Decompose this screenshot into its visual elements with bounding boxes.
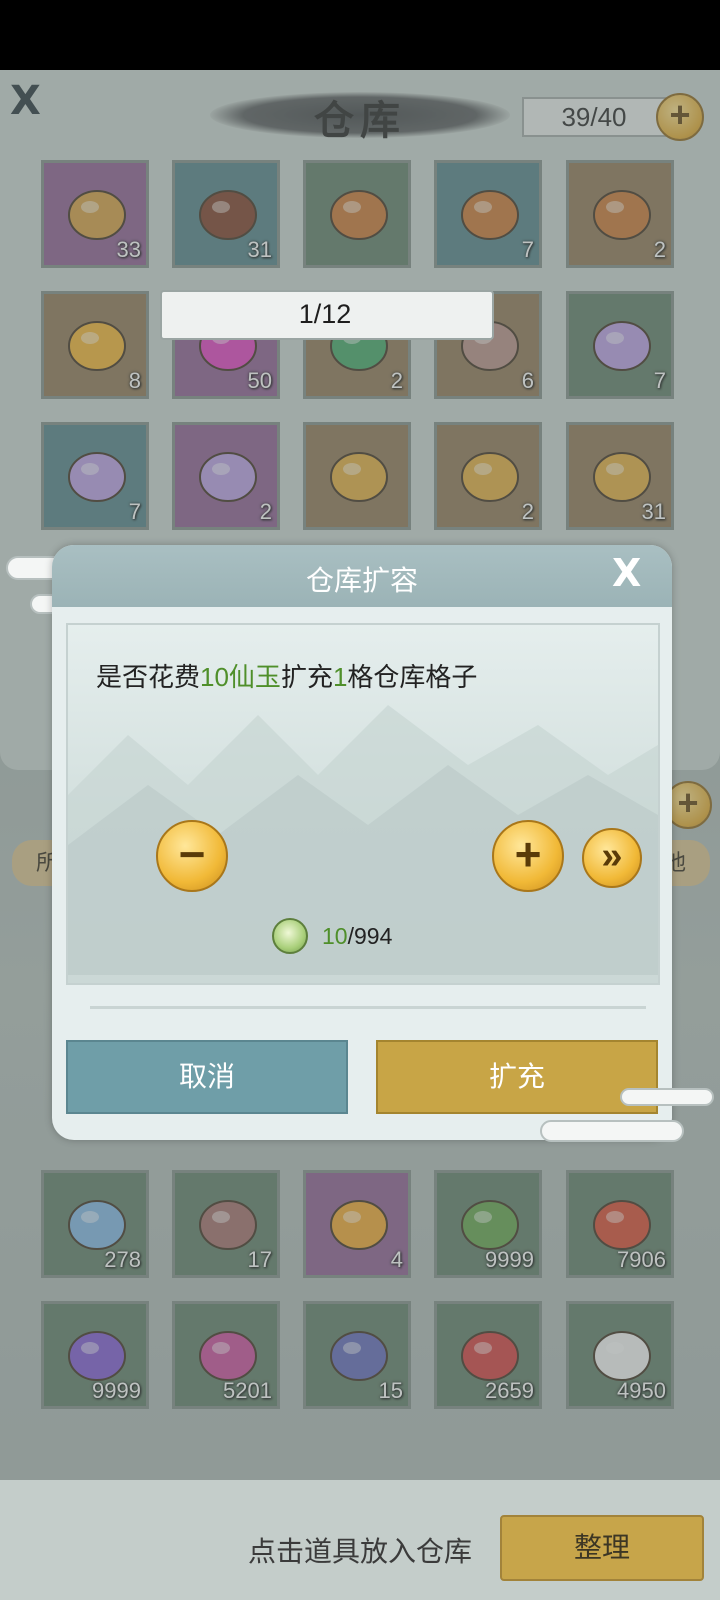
max-button[interactable]: » [582, 828, 642, 888]
dialog-title: 仓库扩容 [305, 565, 418, 596]
cancel-button[interactable]: 取消 [66, 1040, 348, 1114]
cost-display: 10/994 [322, 923, 393, 949]
jade-currency-icon [272, 918, 308, 954]
dialog-close-icon[interactable]: X [612, 551, 641, 595]
footer-hint: 点击道具放入仓库 [248, 1536, 473, 1567]
divider [90, 1006, 646, 1009]
status-bar [0, 0, 720, 70]
stepper-value: 1/12 [298, 299, 352, 329]
decrease-button[interactable]: − [156, 820, 228, 892]
increase-button[interactable]: + [492, 820, 564, 892]
cloud-decoration [540, 1120, 684, 1142]
confirm-expand-button[interactable]: 扩充 [376, 1040, 658, 1114]
cloud-decoration [620, 1088, 714, 1106]
dialog-message: 是否花费10仙玉扩充1格仓库格子 [96, 662, 478, 692]
sort-button[interactable]: 整理 [500, 1515, 704, 1581]
